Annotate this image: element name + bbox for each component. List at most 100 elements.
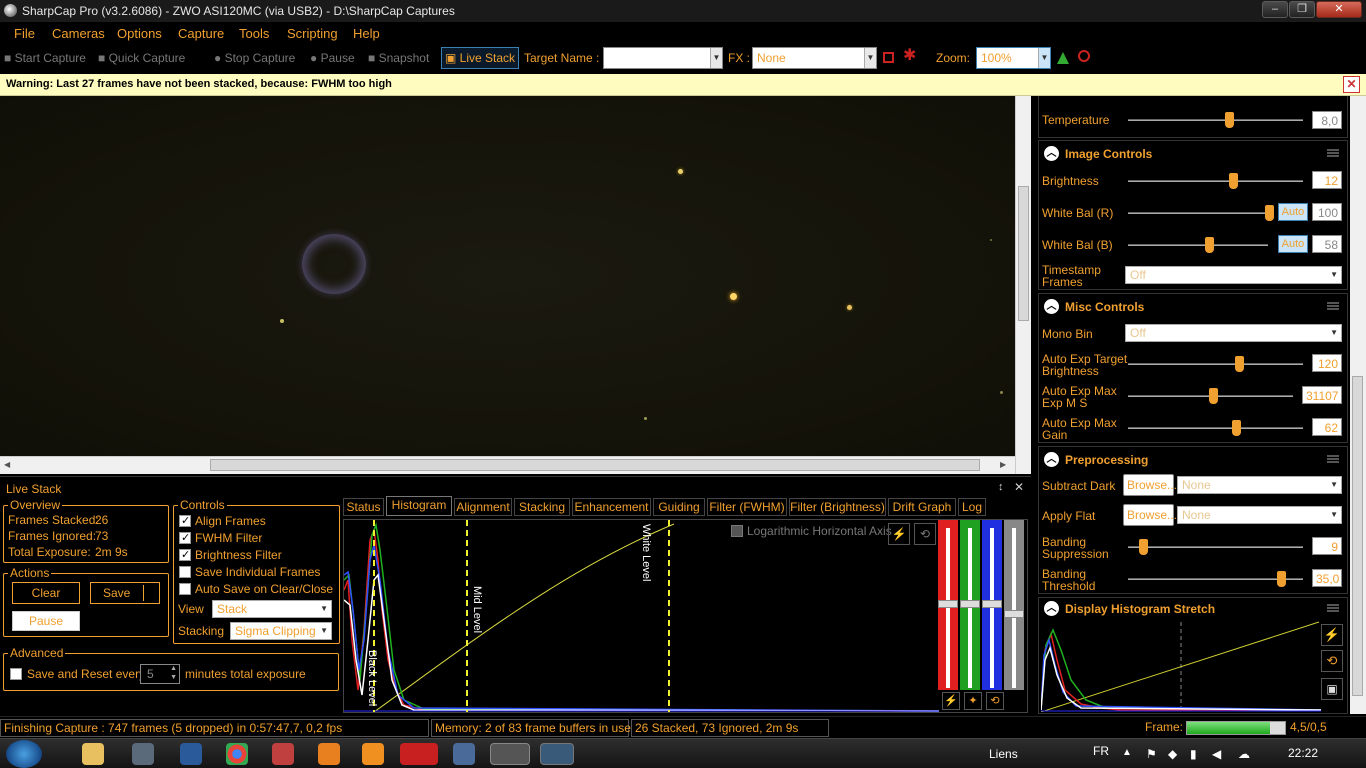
menu-help[interactable]: Help xyxy=(353,26,380,41)
white-bal-r-auto-button[interactable]: Auto xyxy=(1278,203,1308,221)
save-icon[interactable]: ▣ xyxy=(1321,678,1343,700)
save-individual-checkbox[interactable] xyxy=(179,566,191,578)
tab-enhancement[interactable]: Enhancement xyxy=(572,498,651,516)
minimize-button[interactable]: – xyxy=(1262,1,1288,18)
chevron-up-icon[interactable]: ︿ xyxy=(1044,601,1059,616)
green-level-slider[interactable] xyxy=(960,520,980,690)
temperature-thumb[interactable] xyxy=(1225,112,1234,128)
chevron-right-icon[interactable]: ▶ xyxy=(1000,460,1006,469)
view-select[interactable]: Stack ▼ xyxy=(212,600,332,618)
zoom-dropdown[interactable]: 100% ▼ xyxy=(976,47,1051,69)
crosshair-icon[interactable]: ✱ xyxy=(903,48,916,64)
links-toolbar[interactable]: Liens xyxy=(989,747,1018,761)
auto-exp-target-thumb[interactable] xyxy=(1235,356,1244,372)
close-window-button[interactable]: ✕ xyxy=(1316,1,1362,18)
white-bal-b-value[interactable]: 58 xyxy=(1312,235,1342,253)
menu-capture[interactable]: Capture xyxy=(178,26,224,41)
chevron-up-icon[interactable]: ︿ xyxy=(1044,452,1059,467)
auto-stretch-icon[interactable]: ⚡ xyxy=(888,523,910,545)
display-stretch-header[interactable]: ︿ Display Histogram Stretch xyxy=(1039,598,1347,618)
window-taskbar-icon[interactable] xyxy=(540,743,574,765)
tab-stacking[interactable]: Stacking xyxy=(514,498,570,516)
image-controls-header[interactable]: ︿ Image Controls xyxy=(1039,141,1347,167)
close-icon[interactable]: ✕ xyxy=(1343,76,1360,93)
auto-exp-max-exp-value[interactable]: 31107 xyxy=(1302,386,1342,404)
app-icon[interactable] xyxy=(272,743,294,765)
menu-icon[interactable] xyxy=(1327,302,1339,310)
auto-stretch-icon[interactable]: ⚡ xyxy=(1321,624,1343,646)
menu-cameras[interactable]: Cameras xyxy=(52,26,105,41)
menu-options[interactable]: Options xyxy=(117,26,162,41)
focus-icon[interactable] xyxy=(1078,50,1090,62)
white-bal-r-slider[interactable] xyxy=(1128,212,1268,214)
apply-flat-select[interactable]: None ▼ xyxy=(1177,506,1342,524)
brightness-filter-checkbox[interactable] xyxy=(179,548,191,561)
scroll-thumb[interactable] xyxy=(210,459,980,471)
tab-histogram[interactable]: Histogram xyxy=(386,496,452,516)
histogram-icon[interactable] xyxy=(1057,52,1069,64)
cloud-icon[interactable]: ☁ xyxy=(1238,747,1250,761)
dropbox-icon[interactable]: ◆ xyxy=(1168,747,1177,761)
chevron-up-icon[interactable]: ︿ xyxy=(1044,299,1059,314)
auto-exp-max-gain-value[interactable]: 62 xyxy=(1312,418,1342,436)
reset-icon[interactable]: ⟲ xyxy=(1321,650,1343,672)
menu-icon[interactable] xyxy=(1327,455,1339,463)
auto-save-checkbox[interactable] xyxy=(179,583,191,595)
pin-icon[interactable]: ↕ xyxy=(998,481,1004,493)
target-name-dropdown[interactable]: ▼ xyxy=(603,47,723,69)
display-stretch-histogram[interactable] xyxy=(1041,620,1321,712)
chevron-up-icon[interactable]: ︿ xyxy=(1044,146,1059,161)
app-icon[interactable] xyxy=(453,743,475,765)
banding-suppression-thumb[interactable] xyxy=(1139,539,1148,555)
banding-threshold-thumb[interactable] xyxy=(1277,571,1286,587)
white-bal-b-thumb[interactable] xyxy=(1205,237,1214,253)
vlc-icon[interactable] xyxy=(318,743,340,765)
reticle-icon[interactable] xyxy=(883,52,894,63)
reset-icon[interactable]: ⟲ xyxy=(914,523,936,545)
menu-file[interactable]: File xyxy=(14,26,35,41)
stacking-select[interactable]: Sigma Clipping ▼ xyxy=(230,622,332,640)
preprocessing-header[interactable]: ︿ Preprocessing xyxy=(1039,447,1347,473)
start-button[interactable] xyxy=(6,740,42,768)
luminance-level-slider[interactable] xyxy=(1004,520,1024,690)
white-bal-b-auto-button[interactable]: Auto xyxy=(1278,235,1308,253)
chrome-icon[interactable] xyxy=(226,743,248,765)
temperature-slider[interactable] xyxy=(1128,119,1303,121)
camera-image-view[interactable] xyxy=(0,96,1015,473)
slider-thumb[interactable] xyxy=(938,600,958,608)
tab-log[interactable]: Log xyxy=(958,498,986,516)
live-stack-button[interactable]: ▣ Live Stack xyxy=(441,47,520,69)
language-indicator[interactable]: FR xyxy=(1093,744,1109,758)
tab-filter-brightness[interactable]: Filter (Brightness) xyxy=(789,498,886,516)
auto-exp-max-exp-thumb[interactable] xyxy=(1209,388,1218,404)
image-horizontal-scrollbar[interactable]: ◀ ▶ xyxy=(0,456,1015,474)
volume-icon[interactable]: ◀ xyxy=(1212,747,1221,761)
image-vertical-scrollbar[interactable] xyxy=(1015,96,1031,474)
tab-drift-graph[interactable]: Drift Graph xyxy=(888,498,956,516)
white-bal-r-thumb[interactable] xyxy=(1265,205,1274,221)
start-capture-button[interactable]: ■ Start Capture xyxy=(4,51,86,65)
star-icon[interactable]: ✦ xyxy=(964,692,982,710)
fx-dropdown[interactable]: None ▼ xyxy=(752,47,877,69)
auto-exp-target-slider[interactable] xyxy=(1128,363,1303,365)
menu-icon[interactable] xyxy=(1327,604,1339,612)
blue-level-slider[interactable] xyxy=(982,520,1002,690)
tab-status[interactable]: Status xyxy=(343,498,384,516)
subtract-dark-browse-button[interactable]: Browse... xyxy=(1123,474,1177,496)
red-level-slider[interactable] xyxy=(938,520,958,690)
menu-icon[interactable] xyxy=(1327,149,1339,157)
align-frames-checkbox[interactable] xyxy=(179,514,191,527)
white-bal-r-value[interactable]: 100 xyxy=(1312,203,1342,221)
slider-thumb[interactable] xyxy=(960,600,980,608)
fwhm-filter-checkbox[interactable] xyxy=(179,531,191,544)
reset-icon[interactable]: ⟲ xyxy=(986,692,1004,710)
tab-alignment[interactable]: Alignment xyxy=(454,498,512,516)
menu-tools[interactable]: Tools xyxy=(239,26,269,41)
clock[interactable]: 22:22 xyxy=(1288,746,1318,760)
brightness-value[interactable]: 12 xyxy=(1312,171,1342,189)
slider-thumb[interactable] xyxy=(982,600,1002,608)
slider-thumb[interactable] xyxy=(1004,610,1024,618)
sharpcap-taskbar-icon[interactable] xyxy=(490,743,530,765)
banding-suppression-value[interactable]: 9 xyxy=(1312,537,1342,555)
chevron-left-icon[interactable]: ◀ xyxy=(4,460,10,469)
